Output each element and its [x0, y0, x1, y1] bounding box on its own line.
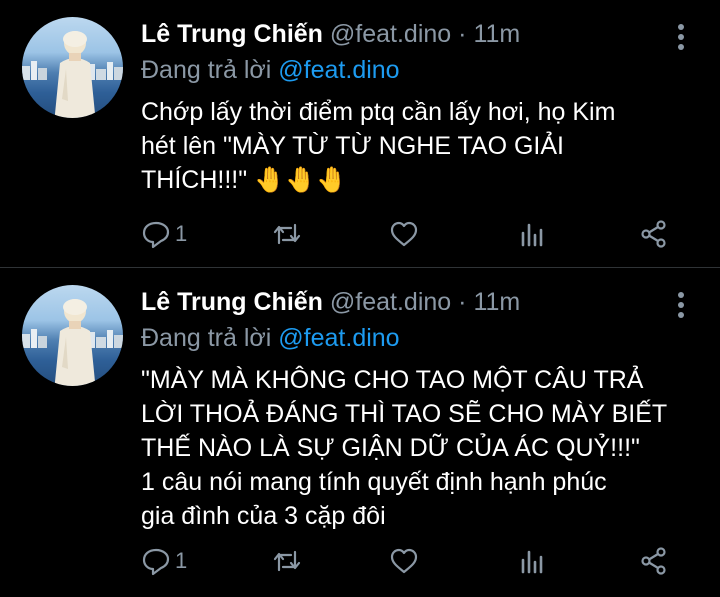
replying-to-label: Đang trả lời	[141, 324, 272, 352]
tweet-text-line: 1 câu nói mang tính quyết định hạnh phúc	[141, 468, 607, 496]
person-graphic	[54, 31, 96, 118]
reply-count: 1	[175, 221, 188, 246]
tweet-text-line: Chớp lấy thời điểm ptq cần lấy hơi, họ K…	[141, 98, 616, 126]
tweet[interactable]: Lê Trung Chiến @feat.dino · 11m Đang trả…	[0, 268, 720, 597]
tweet[interactable]: Lê Trung Chiến @feat.dino · 11m Đang trả…	[0, 0, 720, 267]
share-icon	[641, 220, 666, 248]
share-icon	[641, 547, 666, 575]
separator-dot: ·	[458, 288, 467, 316]
author-handle[interactable]: @feat.dino	[330, 288, 451, 316]
tweet-text-line: hét lên "MÀY TỪ TỪ NGHE TAO GIẢI	[141, 132, 564, 160]
retweet-button[interactable]	[272, 218, 302, 250]
like-button[interactable]	[389, 218, 419, 250]
reply-icon	[142, 548, 170, 576]
reply-button[interactable]: 1	[141, 218, 187, 250]
tweet-text-line: THẾ NÀO LÀ SỰ GIẬN DỮ CỦA ÁC QUỶ!!!"	[141, 434, 640, 462]
tweet-text: "MÀY MÀ KHÔNG CHO TAO MỘT CÂU TRẢ LỜI TH…	[141, 363, 701, 533]
analytics-icon	[521, 550, 543, 574]
tweet-header: Lê Trung Chiến @feat.dino · 11m	[141, 20, 520, 54]
share-button[interactable]	[639, 218, 669, 250]
replying-to-label: Đang trả lời	[141, 56, 272, 84]
avatar[interactable]	[22, 17, 123, 118]
replying-to: Đang trả lời @feat.dino	[141, 56, 400, 85]
analytics-button[interactable]	[517, 545, 547, 577]
retweet-button[interactable]	[272, 545, 302, 577]
tweet-header: Lê Trung Chiến @feat.dino · 11m	[141, 288, 520, 322]
reply-mention-link[interactable]: @feat.dino	[278, 324, 399, 352]
tweet-actions: 1	[141, 218, 681, 250]
timestamp[interactable]: 11m	[473, 288, 520, 316]
author-handle[interactable]: @feat.dino	[330, 20, 451, 48]
separator-dot: ·	[458, 20, 467, 48]
heart-icon	[390, 548, 418, 574]
author-name[interactable]: Lê Trung Chiến	[141, 288, 323, 316]
tweet-text: Chớp lấy thời điểm ptq cần lấy hơi, họ K…	[141, 95, 701, 197]
tweet-text-line: LỜI THOẢ ĐÁNG THÌ TAO SẼ CHO MÀY BIẾT	[141, 400, 668, 428]
retweet-icon	[273, 223, 301, 245]
replying-to: Đang trả lời @feat.dino	[141, 324, 400, 353]
analytics-button[interactable]	[517, 218, 547, 250]
person-graphic	[54, 299, 96, 386]
reply-icon	[142, 221, 170, 249]
retweet-icon	[273, 550, 301, 572]
tweet-actions: 1	[141, 545, 681, 577]
reply-count: 1	[175, 548, 188, 573]
heart-icon	[390, 221, 418, 247]
like-button[interactable]	[389, 545, 419, 577]
timestamp[interactable]: 11m	[473, 20, 520, 48]
reply-mention-link[interactable]: @feat.dino	[278, 56, 399, 84]
author-name[interactable]: Lê Trung Chiến	[141, 20, 323, 48]
more-vertical-icon[interactable]	[676, 24, 686, 50]
tweet-text-line: THÍCH!!!" 🤚🤚🤚	[141, 166, 348, 194]
analytics-icon	[521, 223, 543, 247]
avatar[interactable]	[22, 285, 123, 386]
more-vertical-icon[interactable]	[676, 292, 686, 318]
tweet-text-line: "MÀY MÀ KHÔNG CHO TAO MỘT CÂU TRẢ	[141, 366, 644, 394]
reply-button[interactable]: 1	[141, 545, 187, 577]
tweet-text-line: gia đình của 3 cặp đôi	[141, 502, 386, 530]
share-button[interactable]	[639, 545, 669, 577]
